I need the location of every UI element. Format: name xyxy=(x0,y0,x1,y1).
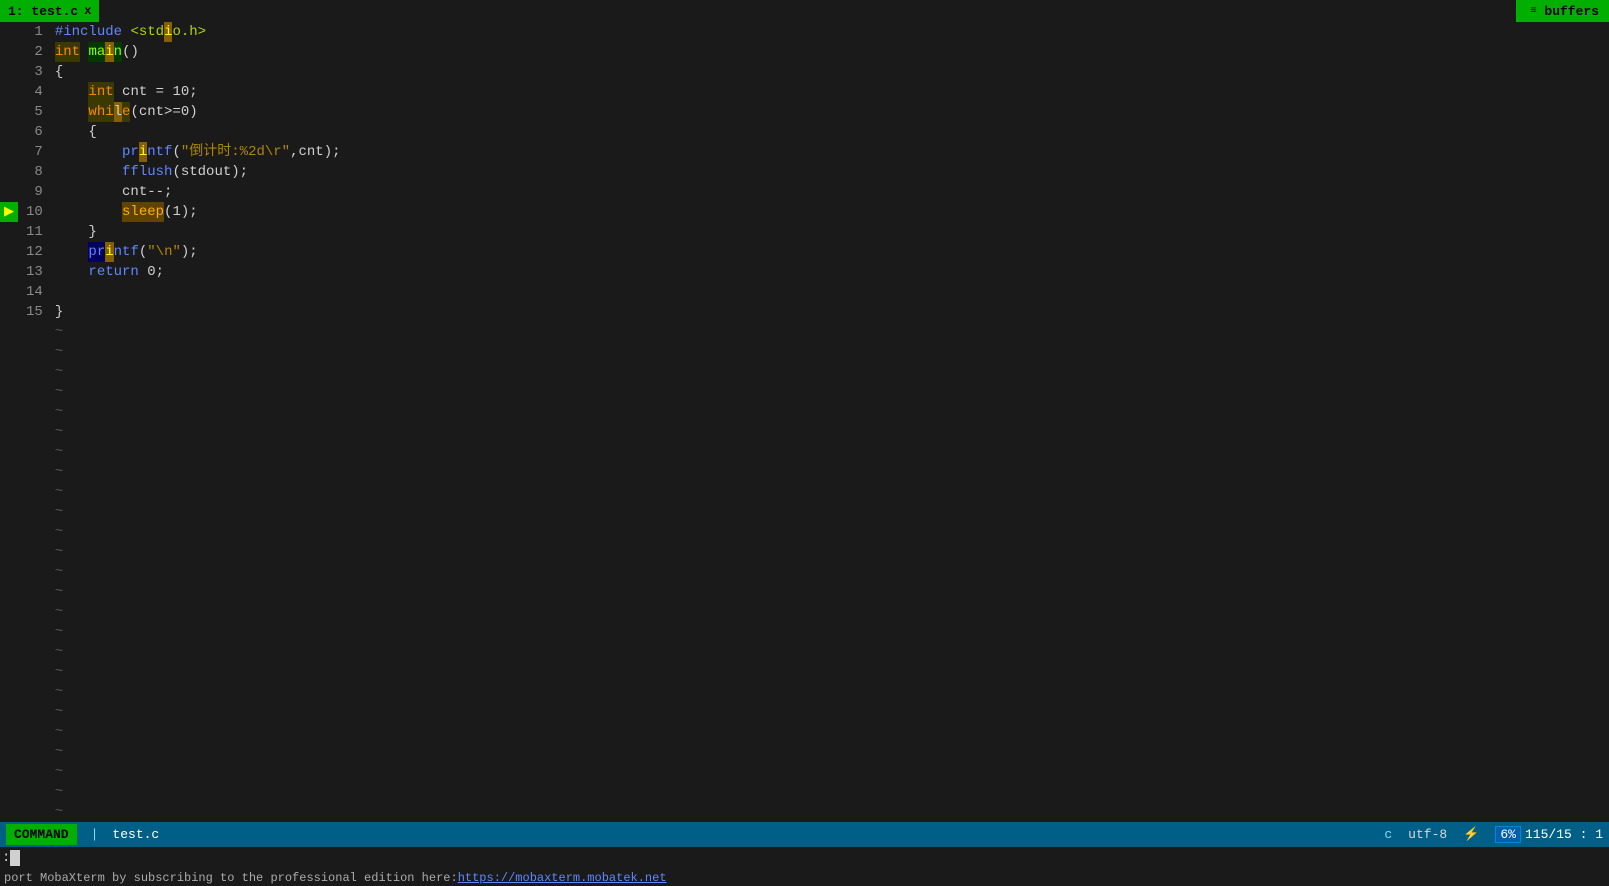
buffers-label: buffers xyxy=(1544,4,1599,19)
exec-empty-6 xyxy=(0,122,18,142)
status-position: 115/15 : 1 xyxy=(1525,827,1603,842)
line-num-6: 6 xyxy=(26,122,43,142)
buffers-button[interactable]: ≡ buffers xyxy=(1516,0,1609,22)
code-content[interactable]: #include <stdio.h> int main() { int cnt … xyxy=(51,22,1609,822)
percent-indicator: 6% xyxy=(1495,826,1521,843)
code-line-9: cnt--; xyxy=(55,182,1605,202)
status-percent-bar: 6% 115/15 : 1 xyxy=(1495,826,1603,843)
code-line-3: { xyxy=(55,62,1605,82)
tilde-14: ~ xyxy=(55,582,1605,602)
footer-link: port MobaXterm by subscribing to the pro… xyxy=(0,869,1609,886)
kw-include-1: include xyxy=(63,22,122,42)
line-num-7: 7 xyxy=(26,142,43,162)
tilde-22: ~ xyxy=(55,742,1605,762)
buffers-indicator: ≡ xyxy=(1526,4,1540,18)
exec-empty-5 xyxy=(0,102,18,122)
code-line-4: int cnt = 10; xyxy=(55,82,1605,102)
tilde-12: ~ xyxy=(55,542,1605,562)
code-line-14 xyxy=(55,282,1605,302)
tab-test-c[interactable]: 1: test.c x xyxy=(0,0,99,22)
exec-empty-8 xyxy=(0,162,18,182)
hash-1: # xyxy=(55,22,63,42)
exec-arrow-10: ▶ xyxy=(0,202,18,222)
line-num-15: 15 xyxy=(26,302,43,322)
line-num-14: 14 xyxy=(26,282,43,302)
line-num-5: 5 xyxy=(26,102,43,122)
code-line-8: fflush(stdout); xyxy=(55,162,1605,182)
tilde-6: ~ xyxy=(55,422,1605,442)
tilde-7: ~ xyxy=(55,442,1605,462)
tilde-18: ~ xyxy=(55,662,1605,682)
tilde-4: ~ xyxy=(55,382,1605,402)
tilde-17: ~ xyxy=(55,642,1605,662)
command-cursor xyxy=(10,850,20,866)
tilde-2: ~ xyxy=(55,342,1605,362)
status-left: COMMAND | test.c xyxy=(6,824,159,845)
code-line-10: sleep(1); xyxy=(55,202,1605,222)
exec-empty-4 xyxy=(0,82,18,102)
tilde-5: ~ xyxy=(55,402,1605,422)
exec-empty-9 xyxy=(0,182,18,202)
command-line[interactable]: : xyxy=(0,847,1609,869)
code-line-6: { xyxy=(55,122,1605,142)
tab-close-icon[interactable]: x xyxy=(84,4,91,18)
footer-text: port MobaXterm by subscribing to the pro… xyxy=(4,871,458,885)
tab-bar: 1: test.c x ≡ buffers xyxy=(0,0,1609,22)
tilde-25: ~ xyxy=(55,802,1605,822)
tilde-16: ~ xyxy=(55,622,1605,642)
tab-label: 1: test.c xyxy=(8,4,78,19)
tilde-15: ~ xyxy=(55,602,1605,622)
status-filename: test.c xyxy=(112,827,159,842)
tilde-19: ~ xyxy=(55,682,1605,702)
line-num-1: 1 xyxy=(26,22,43,42)
tilde-3: ~ xyxy=(55,362,1605,382)
exec-empty-3 xyxy=(0,62,18,82)
code-line-13: return 0; xyxy=(55,262,1605,282)
execution-indicator-column: ▶ xyxy=(0,22,18,822)
tilde-11: ~ xyxy=(55,522,1605,542)
status-sep: | xyxy=(87,827,103,842)
line-num-9: 9 xyxy=(26,182,43,202)
tilde-9: ~ xyxy=(55,482,1605,502)
line-num-3: 3 xyxy=(26,62,43,82)
tilde-1: ~ xyxy=(55,322,1605,342)
tilde-10: ~ xyxy=(55,502,1605,522)
tilde-8: ~ xyxy=(55,462,1605,482)
line-num-2: 2 xyxy=(26,42,43,62)
status-bar: COMMAND | test.c c utf-8 ⚡ 6% 115/15 : 1 xyxy=(0,822,1609,847)
code-line-12: printf("\n"); xyxy=(55,242,1605,262)
exec-empty-7 xyxy=(0,142,18,162)
tilde-20: ~ xyxy=(55,702,1605,722)
code-line-11: } xyxy=(55,222,1605,242)
status-command-badge: COMMAND xyxy=(6,824,77,845)
footer-url[interactable]: https://mobaxterm.mobatek.net xyxy=(458,871,667,885)
tilde-23: ~ xyxy=(55,762,1605,782)
exec-empty-2 xyxy=(0,42,18,62)
tilde-13: ~ xyxy=(55,562,1605,582)
tilde-lines: ~ ~ ~ ~ ~ ~ ~ ~ ~ ~ ~ ~ ~ ~ ~ ~ ~ ~ ~ ~ … xyxy=(55,322,1605,822)
status-encoding-icon: ⚡ xyxy=(1463,827,1479,842)
tab-list: 1: test.c x xyxy=(0,0,99,22)
line-num-10: 10 xyxy=(26,202,43,222)
code-line-7: printf("倒计时:%2d\r",cnt); xyxy=(55,142,1605,162)
line-num-8: 8 xyxy=(26,162,43,182)
tab-right: ≡ buffers xyxy=(1516,0,1609,22)
tilde-21: ~ xyxy=(55,722,1605,742)
line-num-11: 11 xyxy=(26,222,43,242)
line-num-4: 4 xyxy=(26,82,43,102)
code-line-1: #include <stdio.h> xyxy=(55,22,1605,42)
code-line-15: } xyxy=(55,302,1605,322)
line-num-13: 13 xyxy=(26,262,43,282)
exec-empty-1 xyxy=(0,22,18,42)
editor-area: ▶ 1 2 3 4 5 6 7 8 9 10 11 12 13 14 15 #i… xyxy=(0,22,1609,822)
code-line-5: while(cnt>=0) xyxy=(55,102,1605,122)
command-prompt: : xyxy=(2,850,10,866)
tilde-24: ~ xyxy=(55,782,1605,802)
code-line-2: int main() xyxy=(55,42,1605,62)
line-num-12: 12 xyxy=(26,242,43,262)
status-encoding: utf-8 xyxy=(1408,827,1447,842)
status-right: c utf-8 ⚡ 6% 115/15 : 1 xyxy=(1384,826,1603,843)
status-filetype: c xyxy=(1384,827,1392,842)
line-numbers: 1 2 3 4 5 6 7 8 9 10 11 12 13 14 15 xyxy=(18,22,51,822)
